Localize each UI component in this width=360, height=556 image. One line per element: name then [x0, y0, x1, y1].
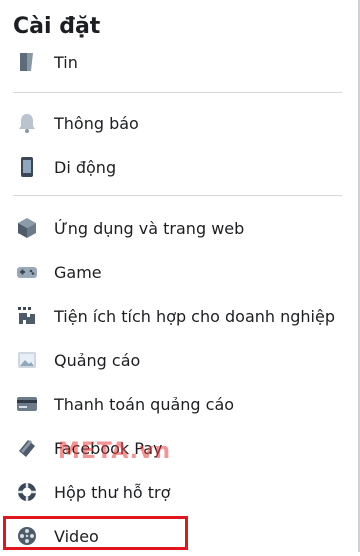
- menu-item-hop-thu-ho-tro[interactable]: Hộp thư hỗ trợ: [13, 472, 348, 512]
- settings-panel: Cài đặt Tin Thông báo Di động Ứng dụng v…: [0, 0, 360, 552]
- ad-image-icon: [13, 346, 41, 374]
- divider: [13, 92, 342, 93]
- credit-card-icon: [13, 390, 41, 418]
- cube-icon: [13, 214, 41, 242]
- menu-item-thanh-toan[interactable]: Thanh toán quảng cáo: [13, 384, 348, 424]
- divider: [13, 195, 342, 196]
- menu-item-label: Di động: [54, 157, 117, 177]
- menu-item-label: Hộp thư hỗ trợ: [54, 482, 171, 502]
- gamepad-icon: [13, 258, 41, 286]
- menu-item-label: Tiện ích tích hợp cho doanh nghiệp: [54, 306, 335, 326]
- menu-item-game[interactable]: Game: [13, 252, 348, 292]
- menu-item-label: Thông báo: [54, 113, 139, 133]
- menu-item-di-dong[interactable]: Di động: [13, 147, 348, 187]
- menu-item-tien-ich[interactable]: Tiện ích tích hợp cho doanh nghiệp: [13, 296, 348, 336]
- menu-item-label: Game: [54, 262, 102, 282]
- menu-item-label: Quảng cáo: [54, 350, 141, 370]
- page-title: Cài đặt: [13, 14, 101, 39]
- bell-icon: [13, 109, 41, 137]
- menu-item-thong-bao[interactable]: Thông báo: [13, 103, 348, 143]
- book-icon: [13, 48, 41, 76]
- puzzle-icon: [13, 302, 41, 330]
- pay-card-icon: [13, 434, 41, 462]
- menu-item-ung-dung[interactable]: Ứng dụng và trang web: [13, 208, 348, 248]
- highlight-box: [3, 516, 188, 550]
- menu-item-label: Tin: [54, 52, 78, 72]
- phone-icon: [13, 153, 41, 181]
- menu-item-tin[interactable]: Tin: [13, 42, 348, 82]
- menu-item-quang-cao[interactable]: Quảng cáo: [13, 340, 348, 380]
- menu-item-label: Thanh toán quảng cáo: [54, 394, 235, 414]
- menu-item-label: Ứng dụng và trang web: [54, 218, 245, 238]
- lifebuoy-icon: [13, 478, 41, 506]
- watermark: META.vn: [58, 439, 172, 464]
